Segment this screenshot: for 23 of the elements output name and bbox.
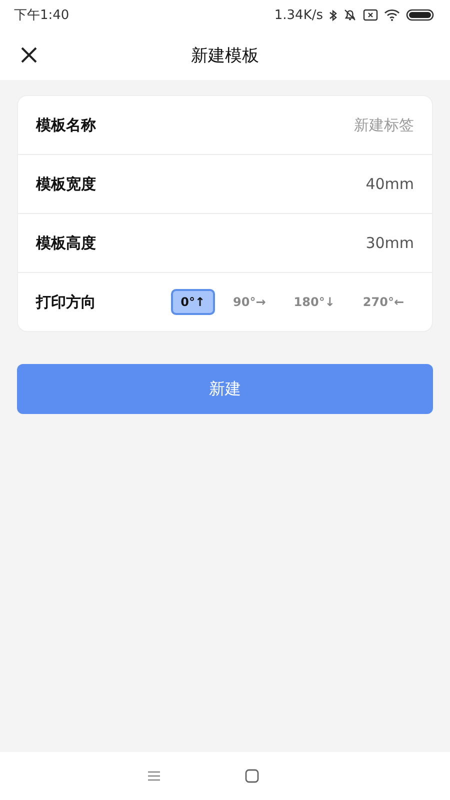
sim-icon bbox=[363, 9, 378, 21]
direction-option[interactable]: 0°↑ bbox=[170, 289, 216, 315]
wifi-icon bbox=[384, 9, 400, 21]
field-label: 模板高度 bbox=[36, 234, 96, 252]
direction-option[interactable]: 270°← bbox=[352, 289, 414, 315]
name-input-field[interactable]: 新建标签 bbox=[294, 116, 414, 134]
direction-option[interactable]: 90°→ bbox=[223, 289, 276, 315]
menu-icon[interactable] bbox=[146, 770, 160, 782]
field-value[interactable]: 40mm bbox=[366, 175, 414, 193]
field-label: 模板宽度 bbox=[36, 174, 96, 194]
network-speed: 1.34K/s bbox=[274, 8, 323, 22]
page-title: 新建模板 bbox=[191, 44, 259, 66]
battery-icon bbox=[406, 9, 434, 21]
home-icon[interactable] bbox=[244, 769, 258, 783]
close-icon[interactable] bbox=[20, 46, 38, 64]
create-button[interactable]: 新建 bbox=[17, 364, 433, 414]
status-time: 下午1:40 bbox=[14, 7, 70, 24]
muted-bell-icon bbox=[343, 8, 357, 22]
field-label: 模板名称 bbox=[36, 116, 96, 134]
field-label: 打印方向 bbox=[36, 292, 96, 312]
field-value[interactable]: 30mm bbox=[366, 234, 414, 252]
bluetooth-icon bbox=[329, 8, 337, 22]
direction-option[interactable]: 180°↓ bbox=[284, 289, 345, 315]
